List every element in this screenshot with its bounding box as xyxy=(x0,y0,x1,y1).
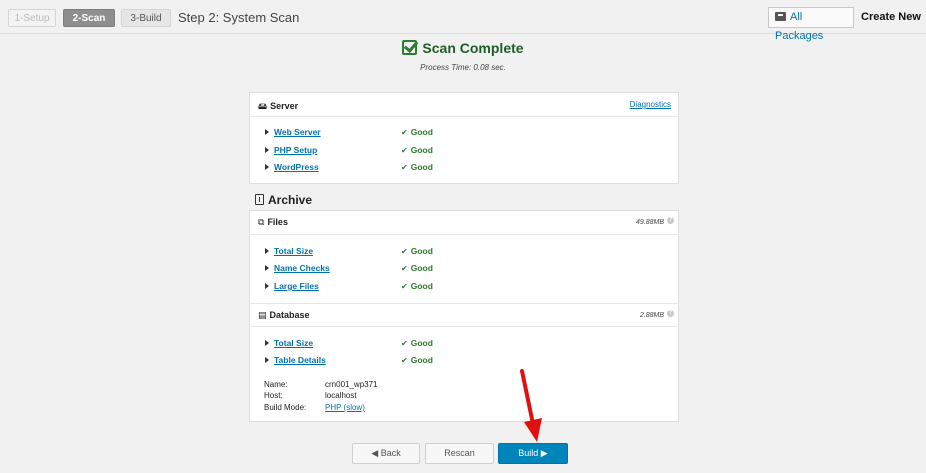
process-time: Process Time: 0.08 sec. xyxy=(420,63,506,72)
expand-triangle-icon[interactable] xyxy=(265,248,269,254)
status-text: Good xyxy=(410,246,433,256)
build-mode-label: Build Mode: xyxy=(264,403,307,412)
database-row-total-size[interactable]: Total Size ✔ Good xyxy=(250,337,678,351)
db-name-label: Name: xyxy=(264,380,288,389)
status-text: Good xyxy=(410,338,433,348)
status-good: ✔ Good xyxy=(401,145,433,155)
step-build-tab[interactable]: 3-Build xyxy=(121,9,171,27)
status-good: ✔ Good xyxy=(401,355,433,365)
arrow-shaft xyxy=(520,369,535,426)
rescan-button[interactable]: Rescan xyxy=(425,443,494,464)
server-panel-header: 🖴 Server Diagnostics xyxy=(250,93,678,117)
status-text: Good xyxy=(410,162,433,172)
status-good: ✔ Good xyxy=(401,263,433,273)
files-title-label: Files xyxy=(267,217,288,227)
files-row-large-files[interactable]: Large Files ✔ Good xyxy=(250,280,678,294)
database-table-icon: ▤ xyxy=(258,310,267,320)
check-icon: ✔ xyxy=(401,128,408,137)
php-setup-link[interactable]: PHP Setup xyxy=(274,145,317,155)
files-copy-icon: ⧉ xyxy=(258,217,265,227)
db-build-mode-row: Build Mode: PHP (slow) xyxy=(264,403,464,415)
checkbox-checked-icon xyxy=(402,40,418,55)
total-size-link[interactable]: Total Size xyxy=(274,246,313,256)
scan-complete-heading: Scan Complete xyxy=(0,40,926,56)
help-icon[interactable]: ? xyxy=(667,310,674,317)
expand-triangle-icon[interactable] xyxy=(265,283,269,289)
status-text: Good xyxy=(410,127,433,137)
files-row-name-checks[interactable]: Name Checks ✔ Good xyxy=(250,262,678,276)
server-row-wordpress[interactable]: WordPress ✔ Good xyxy=(250,161,678,175)
status-text: Good xyxy=(410,263,433,273)
db-host-row: Host: localhost xyxy=(264,391,464,403)
expand-triangle-icon[interactable] xyxy=(265,164,269,170)
diagnostics-link[interactable]: Diagnostics xyxy=(630,100,671,109)
server-row-web-server[interactable]: Web Server ✔ Good xyxy=(250,126,678,140)
server-icon: 🖴 xyxy=(258,101,268,111)
check-icon: ✔ xyxy=(401,163,408,172)
table-details-link[interactable]: Table Details xyxy=(274,355,326,365)
status-good: ✔ Good xyxy=(401,281,433,291)
database-title-label: Database xyxy=(269,310,310,320)
server-title: 🖴 Server xyxy=(258,99,298,115)
name-checks-link[interactable]: Name Checks xyxy=(274,263,330,273)
archive-heading: Archive xyxy=(255,193,312,207)
status-text: Good xyxy=(410,145,433,155)
help-icon[interactable]: ? xyxy=(667,217,674,224)
archive-title-label: Archive xyxy=(268,193,313,207)
status-text: Good xyxy=(410,281,433,291)
back-button[interactable]: ◀ Back xyxy=(352,443,420,464)
files-size: 49.88MB xyxy=(635,219,664,226)
server-row-php-setup[interactable]: PHP Setup ✔ Good xyxy=(250,144,678,158)
status-good: ✔ Good xyxy=(401,246,433,256)
db-name-value: crn001_wp371 xyxy=(325,380,378,389)
database-row-table-details[interactable]: Table Details ✔ Good xyxy=(250,354,678,368)
files-row-total-size[interactable]: Total Size ✔ Good xyxy=(250,245,678,259)
db-host-label: Host: xyxy=(264,391,283,400)
check-icon: ✔ xyxy=(401,146,408,155)
check-icon: ✔ xyxy=(401,339,408,348)
expand-triangle-icon[interactable] xyxy=(265,340,269,346)
expand-triangle-icon[interactable] xyxy=(265,265,269,271)
database-panel-header: ▤ Database 2.88MB ? xyxy=(250,303,678,327)
archive-file-icon xyxy=(255,194,264,205)
page-title: Step 2: System Scan xyxy=(178,10,300,25)
files-title: ⧉ Files xyxy=(258,217,288,228)
check-icon: ✔ xyxy=(401,282,408,291)
large-files-link[interactable]: Large Files xyxy=(274,281,319,291)
all-packages-button[interactable]: All Packages xyxy=(768,7,854,42)
server-title-label: Server xyxy=(270,101,299,111)
expand-triangle-icon[interactable] xyxy=(265,147,269,153)
status-good: ✔ Good xyxy=(401,338,433,348)
build-button[interactable]: Build ▶ xyxy=(498,443,568,464)
files-panel-header: ⧉ Files 49.88MB ? xyxy=(250,211,678,235)
status-good: ✔ Good xyxy=(401,162,433,172)
archive-panel: ⧉ Files 49.88MB ? Total Size ✔ Good Name C… xyxy=(249,210,679,422)
annotation-arrow-icon xyxy=(520,369,542,442)
status-text: Good xyxy=(410,355,433,365)
web-server-link[interactable]: Web Server xyxy=(274,127,321,137)
check-icon: ✔ xyxy=(401,356,408,365)
status-good: ✔ Good xyxy=(401,127,433,137)
check-icon: ✔ xyxy=(401,264,408,273)
db-total-size-link[interactable]: Total Size xyxy=(274,338,313,348)
expand-triangle-icon[interactable] xyxy=(265,357,269,363)
step-scan-tab[interactable]: 2-Scan xyxy=(63,9,115,27)
check-icon: ✔ xyxy=(401,247,408,256)
create-new-link[interactable]: Create New xyxy=(861,11,921,23)
database-title: ▤ Database xyxy=(258,310,310,321)
wizard-header: 1-Setup 2-Scan 3-Build Step 2: System Sc… xyxy=(0,0,926,42)
db-host-value: localhost xyxy=(325,391,357,400)
server-panel: 🖴 Server Diagnostics Web Server ✔ Good PHP… xyxy=(249,92,679,184)
database-size: 2.88MB xyxy=(639,312,664,319)
expand-triangle-icon[interactable] xyxy=(265,129,269,135)
scan-complete-label: Scan Complete xyxy=(422,40,524,56)
wordpress-link[interactable]: WordPress xyxy=(274,162,319,172)
archive-box-icon xyxy=(775,12,786,21)
arrow-head xyxy=(524,418,542,442)
build-mode-link[interactable]: PHP (slow) xyxy=(325,403,365,412)
step-setup-tab[interactable]: 1-Setup xyxy=(8,9,56,27)
